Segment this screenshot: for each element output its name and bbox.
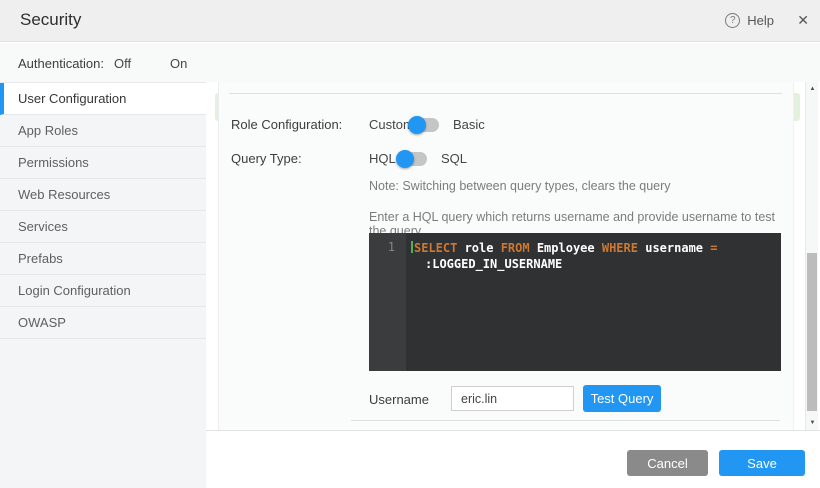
help-label: Help xyxy=(747,13,774,28)
page-title: Security xyxy=(20,10,81,30)
auth-off-label: Off xyxy=(114,56,131,71)
scroll-up-icon[interactable]: ▲ xyxy=(806,86,819,92)
close-icon[interactable]: ✕ xyxy=(797,12,809,29)
help-button[interactable]: ? Help xyxy=(725,13,774,28)
content-panel: Role Configuration: Custom Basic Query T… xyxy=(218,82,794,430)
sidebar-item-app-roles[interactable]: App Roles xyxy=(0,115,206,147)
sidebar-item-web-resources[interactable]: Web Resources xyxy=(0,179,206,211)
editor-gutter: 1 xyxy=(369,233,406,371)
query-hql-label: HQL xyxy=(369,151,396,166)
role-configuration-toggle[interactable] xyxy=(410,118,439,132)
sidebar-item-permissions[interactable]: Permissions xyxy=(0,147,206,179)
role-basic-label: Basic xyxy=(453,117,485,132)
code-line-2: :LOGGED_IN_USERNAME xyxy=(411,256,777,272)
security-dialog: Security ? Help ✕ Authentication: Off On… xyxy=(0,0,820,488)
sidebar-item-login-configuration[interactable]: Login Configuration xyxy=(0,275,206,307)
line-number: 1 xyxy=(369,233,406,254)
query-type-label: Query Type: xyxy=(231,151,302,166)
auth-bar: Authentication: Off On ✓Tested query suc… xyxy=(0,43,820,82)
help-circle-icon: ? xyxy=(725,13,740,28)
sidebar-item-user-configuration[interactable]: User Configuration xyxy=(0,83,206,115)
header-bar: Security ? Help ✕ xyxy=(0,0,820,42)
query-type-toggle[interactable] xyxy=(398,152,427,166)
authentication-label: Authentication: xyxy=(18,56,104,71)
toggle-knob xyxy=(396,150,414,168)
section-divider xyxy=(351,420,780,421)
vertical-scrollbar[interactable]: ▲ ▼ xyxy=(805,82,818,430)
query-sql-label: SQL xyxy=(441,151,467,166)
code-line-1: SELECT role FROM Employee WHERE username… xyxy=(411,240,777,256)
toggle-knob xyxy=(408,116,426,134)
save-button[interactable]: Save xyxy=(719,450,805,476)
sidebar-item-owasp[interactable]: OWASP xyxy=(0,307,206,339)
auth-on-label: On xyxy=(170,56,187,71)
query-code-editor[interactable]: 1 SELECT role FROM Employee WHERE userna… xyxy=(369,233,781,371)
username-input[interactable] xyxy=(451,386,574,411)
scrollbar-thumb[interactable] xyxy=(807,253,817,411)
text-cursor xyxy=(411,241,413,253)
sidebar-item-prefabs[interactable]: Prefabs xyxy=(0,243,206,275)
footer-bar: Cancel Save xyxy=(206,430,820,488)
query-code[interactable]: SELECT role FROM Employee WHERE username… xyxy=(406,233,781,371)
sidebar: User Configuration App Roles Permissions… xyxy=(0,82,206,488)
scroll-down-icon[interactable]: ▼ xyxy=(806,420,819,426)
username-label: Username xyxy=(369,392,429,407)
section-divider xyxy=(229,93,782,94)
role-configuration-label: Role Configuration: xyxy=(231,117,342,132)
test-query-button[interactable]: Test Query xyxy=(583,385,661,412)
query-type-note: Note: Switching between query types, cle… xyxy=(369,179,671,193)
sidebar-item-services[interactable]: Services xyxy=(0,211,206,243)
cancel-button[interactable]: Cancel xyxy=(627,450,708,476)
